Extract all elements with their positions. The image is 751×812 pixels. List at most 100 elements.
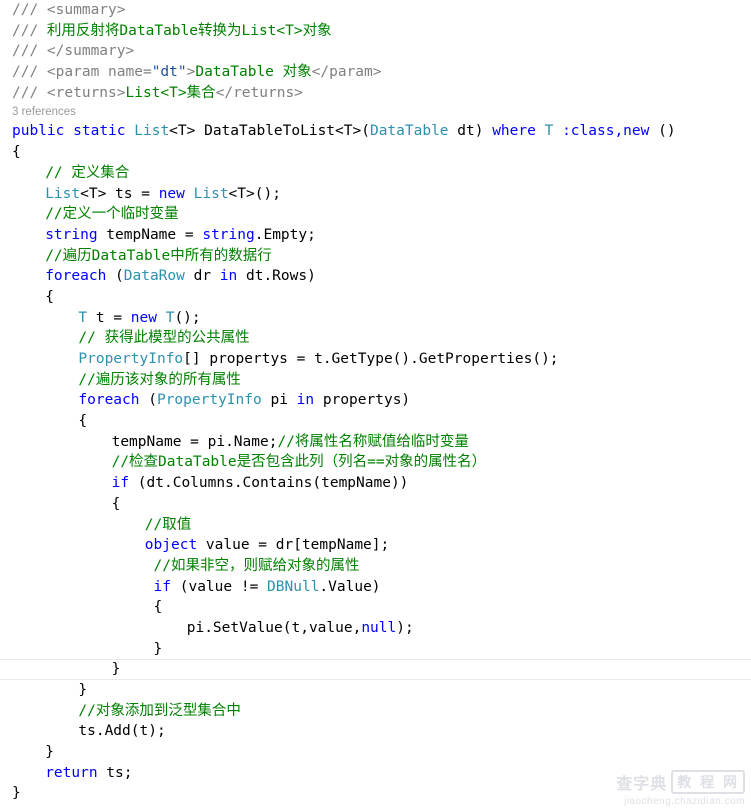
code-token-pln: pi.SetValue(t,value, <box>178 619 362 636</box>
code-token-xtag: </summary> <box>46 43 135 60</box>
code-line[interactable]: //定义一个临时变量 <box>0 204 751 225</box>
code-line[interactable]: /// <returns>List<T>集合</returns> <box>0 83 751 104</box>
code-token-cmt: //检查DataTable是否包含此列（列名==对象的属性名） <box>111 454 487 471</box>
code-token-xtag: /// <box>12 84 47 101</box>
code-line[interactable]: if (value != DBNull.Value) <box>0 577 751 598</box>
code-token-pln <box>536 123 545 139</box>
code-line[interactable]: //取值 <box>0 515 751 536</box>
code-line[interactable]: pi.SetValue(t,value,null); <box>0 618 751 639</box>
code-token-kw: new <box>130 309 157 326</box>
code-line[interactable]: // 获得此模型的公共属性 <box>0 328 751 349</box>
code-line[interactable]: } <box>0 783 751 804</box>
code-token-pln: .Empty; <box>254 226 316 243</box>
code-line[interactable]: { <box>0 142 751 163</box>
code-token-typ: DBNull <box>267 578 320 595</box>
code-token-cmt: //对象添加到泛型集合中 <box>78 702 241 719</box>
code-token-pln: } <box>78 682 88 698</box>
code-token-pln: (); <box>174 309 201 326</box>
code-token-pln: { <box>144 599 163 616</box>
code-token-pln: ts.Add(t); <box>78 723 166 740</box>
code-line[interactable]: object value = dr[tempName]; <box>0 535 751 556</box>
code-token-pln: (dt.Columns.Contains(tempName)) <box>129 475 409 492</box>
code-line[interactable]: } <box>0 680 751 701</box>
code-token-typ: DataTable <box>369 123 449 140</box>
code-token-pln <box>157 310 166 326</box>
code-line[interactable]: } <box>0 742 751 763</box>
code-line[interactable]: if (dt.Columns.Contains(tempName)) <box>0 473 751 494</box>
code-line[interactable]: } <box>0 639 751 660</box>
code-token-pln: () <box>649 123 676 140</box>
code-token-cmt: //遍历该对象的所有属性 <box>78 371 241 388</box>
code-line[interactable]: // 定义集合 <box>0 163 751 184</box>
code-line[interactable]: /// </summary> <box>0 41 751 62</box>
code-token-kw: where <box>492 123 536 140</box>
code-line[interactable]: //如果非空，则赋给对象的属性 <box>0 556 751 577</box>
code-token-kw: string <box>45 226 98 243</box>
code-token-pln: } <box>144 640 163 657</box>
code-token-pln: pi <box>261 392 297 409</box>
code-line[interactable]: /// <summary> <box>0 0 751 21</box>
code-line[interactable]: { <box>0 411 751 432</box>
code-token-kw: public <box>12 123 65 140</box>
code-line[interactable]: List<T> ts = new List<T>(); <box>0 184 751 205</box>
code-token-pln: ts; <box>97 764 133 781</box>
code-token-pln: <T> ts = <box>80 185 159 202</box>
code-token-kw: in <box>219 268 238 285</box>
code-token-cmt: // 获得此模型的公共属性 <box>78 330 250 347</box>
code-token-xtag: /// <box>12 43 47 60</box>
code-token-pln: { <box>45 288 54 305</box>
codelens-references[interactable]: 3 references <box>0 103 751 121</box>
code-editor-surface[interactable]: /// <summary>/// 利用反射将DataTable转换为List<T… <box>0 0 751 812</box>
code-token-pln: { <box>12 144 21 161</box>
code-token-xtag: <returns> <box>46 84 126 101</box>
code-token-pln: { <box>111 495 121 512</box>
code-token-kw: null <box>361 619 397 636</box>
code-line[interactable]: T t = new T(); <box>0 308 751 329</box>
code-token-cmt: //遍历DataTable中所有的数据行 <box>45 247 272 264</box>
code-line[interactable]: //对象添加到泛型集合中 <box>0 701 751 722</box>
code-line[interactable]: ts.Add(t); <box>0 721 751 742</box>
code-token-pln: ( <box>139 392 157 409</box>
code-token-pln: dt) <box>448 123 493 140</box>
code-token-cmt: //将属性名称赋值给临时变量 <box>277 433 469 450</box>
code-line[interactable]: /// 利用反射将DataTable转换为List<T>对象 <box>0 21 751 42</box>
code-line[interactable]: { <box>0 287 751 308</box>
code-token-kw: string <box>202 226 255 243</box>
code-token-pln: } <box>45 744 54 761</box>
code-token-pln: t = <box>87 309 131 326</box>
code-line[interactable]: tempName = pi.Name;//将属性名称赋值给临时变量 <box>0 432 751 453</box>
code-token-pln: [] propertys = t.GetType().GetProperties… <box>183 351 559 367</box>
code-token-pln: ); <box>396 619 414 636</box>
code-line[interactable]: return ts; <box>0 763 751 784</box>
code-token-pln: dr <box>184 268 220 285</box>
code-lines-container[interactable]: /// <summary>/// 利用反射将DataTable转换为List<T… <box>0 0 751 804</box>
code-line[interactable]: //遍历DataTable中所有的数据行 <box>0 246 751 267</box>
code-token-xtag: <summary> <box>46 2 126 18</box>
code-token-typ: List <box>193 185 229 202</box>
code-token-kw: foreach <box>45 268 107 285</box>
code-line[interactable]: foreach (DataRow dr in dt.Rows) <box>0 266 751 287</box>
code-line[interactable]: { <box>0 494 751 515</box>
code-line[interactable]: /// <param name="dt">DataTable 对象</param… <box>0 62 751 83</box>
code-token-pln: ( <box>106 268 124 285</box>
code-line[interactable]: //遍历该对象的所有属性 <box>0 370 751 391</box>
code-line[interactable]: string tempName = string.Empty; <box>0 225 751 246</box>
code-token-kw: if <box>153 578 171 595</box>
code-token-cmt: // 定义集合 <box>45 164 130 181</box>
code-line[interactable]: { <box>0 597 751 618</box>
code-token-xtag: </returns> <box>215 84 303 101</box>
code-token-kw: :class,new <box>562 123 650 140</box>
code-line[interactable]: //检查DataTable是否包含此列（列名==对象的属性名） <box>0 452 751 473</box>
code-line[interactable]: foreach (PropertyInfo pi in propertys) <box>0 390 751 411</box>
code-line[interactable]: public static List<T> DataTableToList<T>… <box>0 121 751 142</box>
code-token-xtag: /// <box>12 64 47 81</box>
code-token-pln: <T>(); <box>228 185 281 202</box>
code-line[interactable]: PropertyInfo[] propertys = t.GetType().G… <box>0 349 751 370</box>
code-token-pln <box>553 123 562 139</box>
code-line[interactable]: } <box>0 659 751 680</box>
code-token-kw: new <box>158 185 185 202</box>
code-token-kw: foreach <box>78 392 140 409</box>
code-token-xval: "dt" <box>151 64 187 81</box>
code-token-pln: <T> DataTableToList<T>( <box>169 123 370 140</box>
code-token-pln: (value != <box>171 578 268 595</box>
